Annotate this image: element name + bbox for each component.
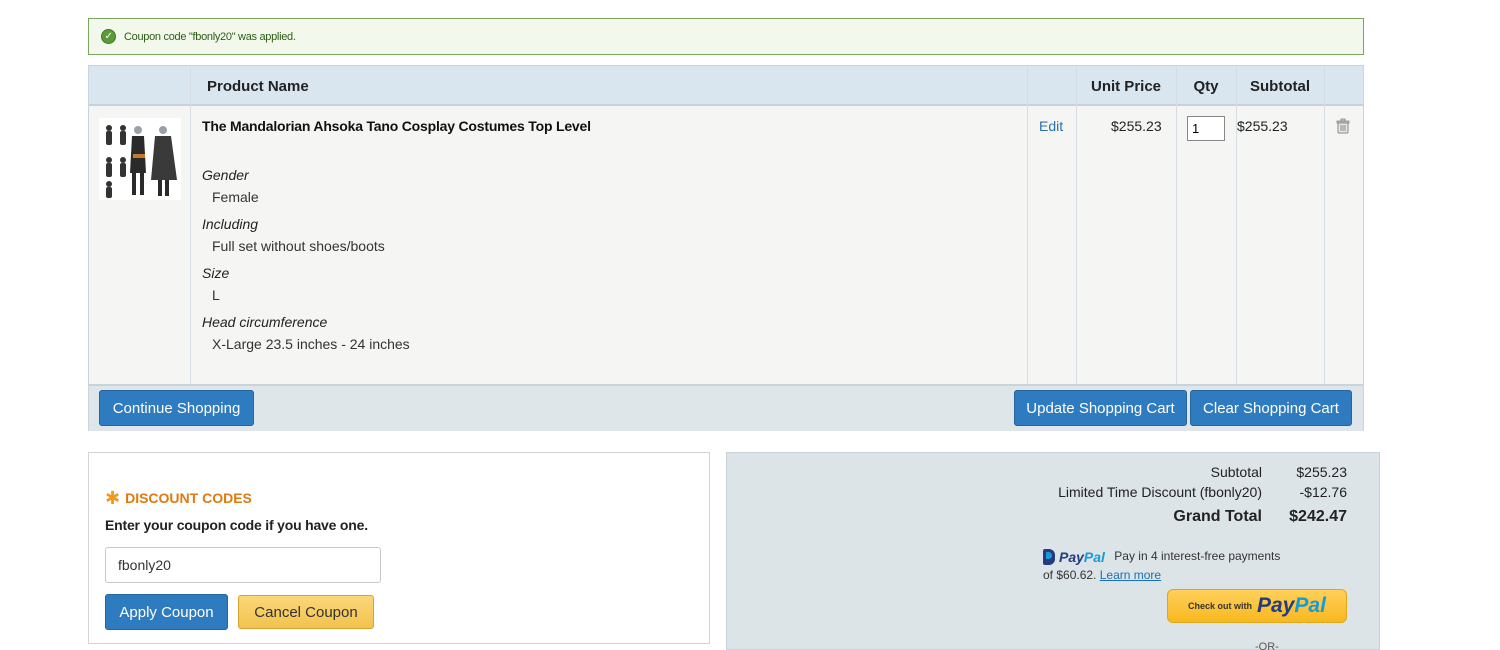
unit-price: $255.23 (1111, 118, 1162, 134)
option-label-head-circumference: Head circumference (202, 314, 328, 330)
or-separator: -OR- (1255, 641, 1279, 650)
continue-shopping-button[interactable]: Continue Shopping (99, 390, 254, 426)
option-label-size: Size (202, 265, 230, 281)
learn-more-link[interactable]: Learn more (1100, 568, 1161, 582)
success-message-text: Coupon code "fbonly20" was applied. (124, 30, 296, 43)
paypal-logo: Pay Pal (1043, 548, 1105, 566)
clear-cart-button[interactable]: Clear Shopping Cart (1190, 390, 1352, 426)
cart-table-header: Product Name Unit Price Qty Subtotal (89, 66, 1363, 106)
totals-grand-row: Grand Total $242.47 (1173, 508, 1347, 526)
product-thumbnail[interactable] (99, 118, 181, 200)
cancel-coupon-button[interactable]: Cancel Coupon (238, 595, 374, 629)
product-options: Gender Female Including Full set without… (202, 164, 410, 360)
checkout-with-text: Check out with (1188, 601, 1253, 611)
pay-in-4-text: Pay in 4 interest-free payments (1114, 549, 1281, 563)
header-product-name: Product Name (207, 77, 309, 95)
totals-subtotal-value: $255.23 (1296, 464, 1347, 480)
paypal-checkout-button[interactable]: Check out with PayPal (1167, 589, 1347, 623)
shopping-cart-table: Product Name Unit Price Qty Subtotal The… (88, 65, 1364, 431)
option-value-size: L (212, 287, 220, 303)
paypal-button-logo: PayPal (1257, 594, 1326, 617)
grand-total-value: $242.47 (1289, 508, 1347, 525)
discount-title: ✱ DISCOUNT CODES (105, 489, 252, 507)
totals-discount-value: -$12.76 (1299, 484, 1347, 500)
cart-actions: Continue Shopping Update Shopping Cart C… (89, 384, 1363, 431)
check-icon: ✓ (101, 29, 116, 44)
header-unit-price: Unit Price (1090, 77, 1162, 95)
installment-text: of $60.62. (1043, 567, 1097, 582)
totals-discount-row: Limited Time Discount (fbonly20) -$12.76 (1058, 484, 1347, 500)
option-value-gender: Female (212, 189, 259, 205)
edit-item-link[interactable]: Edit (1039, 118, 1063, 134)
totals-subtotal-label: Subtotal (1210, 464, 1262, 480)
discount-codes-panel: ✱ DISCOUNT CODES Enter your coupon code … (88, 452, 710, 644)
totals-subtotal-row: Subtotal $255.23 (1211, 464, 1347, 480)
option-label-including: Including (202, 216, 259, 232)
cart-item-row: The Mandalorian Ahsoka Tano Cosplay Cost… (89, 106, 1363, 384)
qty-input[interactable] (1187, 116, 1225, 141)
paypal-mark-icon (1043, 548, 1055, 565)
option-label-gender: Gender (202, 167, 249, 183)
success-message: ✓ Coupon code "fbonly20" was applied. (88, 18, 1364, 55)
option-value-head-circumference: X-Large 23.5 inches - 24 inches (212, 336, 410, 352)
option-value-including: Full set without shoes/boots (212, 238, 385, 254)
coupon-code-input[interactable] (105, 547, 381, 583)
cart-totals-panel: Subtotal $255.23 Limited Time Discount (… (726, 452, 1380, 650)
trash-icon[interactable] (1335, 118, 1351, 134)
discount-description: Enter your coupon code if you have one. (105, 517, 368, 533)
header-qty: Qty (1193, 77, 1219, 95)
header-subtotal: Subtotal (1250, 77, 1310, 95)
grand-total-label: Grand Total (1173, 508, 1262, 525)
update-cart-button[interactable]: Update Shopping Cart (1014, 390, 1187, 426)
discount-title-text: DISCOUNT CODES (125, 490, 252, 506)
totals-discount-label: Limited Time Discount (fbonly20) (1058, 484, 1262, 500)
asterisk-icon: ✱ (105, 488, 121, 508)
product-name[interactable]: The Mandalorian Ahsoka Tano Cosplay Cost… (202, 118, 591, 134)
paypal-pay-in-4-message: Pay Pal Pay in 4 interest-free payments o… (1043, 547, 1280, 584)
apply-coupon-button[interactable]: Apply Coupon (105, 594, 228, 630)
item-subtotal: $255.23 (1237, 118, 1288, 134)
